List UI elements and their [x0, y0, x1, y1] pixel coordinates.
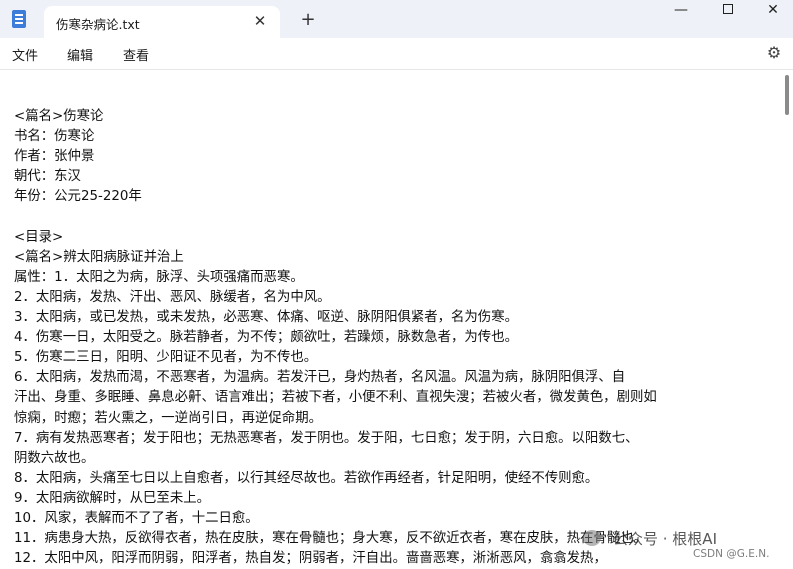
text-line: 10．风家，表解而不了了者，十二日愈。 [14, 510, 259, 526]
text-line: 朝代：东汉 [14, 169, 81, 185]
text-line: 4．伤寒一日，太阳受之。脉若静者，为不传；颇欲吐，若躁烦，脉数急者，为传也。 [14, 330, 518, 346]
text-line [14, 87, 776, 107]
title-bar: 伤寒杂病论.txt ✕ + — ✕ [0, 0, 793, 38]
csdn-watermark: CSDN @G.E.N. [693, 548, 770, 560]
text-line: 汗出、身重、多眠睡、鼻息必鼾、语言难出；若被下者，小便不利、直视失溲；若被火者，… [14, 390, 657, 406]
text-line [14, 208, 776, 228]
maximize-button[interactable] [705, 0, 751, 24]
vertical-scrollbar[interactable] [785, 75, 789, 115]
text-line: 6．太阳病，发热而渴，不恶寒者，为温病。若发汗已，身灼热者，名风温。风温为病，脉… [14, 370, 626, 386]
document-text[interactable]: <篇名>伤寒论 书名：伤寒论 作者：张仲景 朝代：东汉年份：公元25-220年 <目录>… [14, 87, 776, 569]
close-tab-icon[interactable]: ✕ [250, 11, 270, 31]
minimize-button[interactable]: — [658, 0, 704, 24]
menu-view[interactable]: 查看 [123, 45, 149, 64]
text-line: 7．病有发热恶寒者；发于阳也；无热恶寒者，发于阴也。发于阳，七日愈；发于阴，六日… [14, 430, 639, 446]
text-line: 3．太阳病，或已发热，或未发热，必恶寒、体痛、呕逆、脉阴阳俱紧者，名为伤寒。 [14, 310, 518, 326]
watermark: 公众号 · 根根AI [583, 528, 783, 550]
text-editor-area[interactable]: <篇名>伤寒论 书名：伤寒论 作者：张仲景 朝代：东汉年份：公元25-220年 <目录>… [0, 71, 793, 569]
close-window-button[interactable]: ✕ [750, 0, 793, 24]
text-line: 阴数六故也。 [14, 450, 95, 466]
notepad-app-icon [12, 10, 26, 28]
watermark-text: 公众号 · 根根AI [613, 530, 717, 548]
menu-file[interactable]: 文件 [12, 45, 38, 64]
text-line: <篇名>伤寒论 [14, 109, 104, 125]
text-line: 惊痫，时瘛；若火熏之，一逆尚引日，再逆促命期。 [14, 410, 322, 426]
settings-gear-icon[interactable]: ⚙ [764, 43, 784, 63]
text-line: 属性：1．太阳之为病，脉浮、头项强痛而恶寒。 [14, 269, 304, 285]
maximize-icon [723, 4, 733, 14]
text-line: 9．太阳病欲解时，从巳至未上。 [14, 490, 210, 506]
wechat-icon [583, 530, 601, 546]
text-line: <篇名>辨太阳病脉证并治上 [14, 249, 184, 265]
text-line: 2．太阳病，发热、汗出、恶风、脉缓者，名为中风。 [14, 289, 331, 305]
text-line: <目录> [14, 229, 64, 245]
tab-title: 伤寒杂病论.txt [56, 17, 140, 32]
tab-document[interactable]: 伤寒杂病论.txt ✕ [44, 6, 280, 38]
text-line: 8．太阳病，头痛至七日以上自愈者，以行其经尽故也。若欲作再经者，针足阳明，使经不… [14, 470, 599, 486]
text-line: 5．伤寒二三日，阳明、少阳证不见者，为不传也。 [14, 350, 318, 366]
text-line: 12．太阳中风，阳浮而阴弱，阳浮者，热自发；阴弱者，汗自出。啬啬恶寒，淅淅恶风，… [14, 551, 607, 567]
new-tab-button[interactable]: + [296, 8, 320, 32]
text-line: 作者：张仲景 [14, 149, 95, 165]
menu-edit[interactable]: 编辑 [67, 45, 93, 64]
text-line: 书名：伤寒论 [14, 129, 95, 145]
text-line: 年份：公元25-220年 [14, 189, 142, 205]
menu-bar: 文件 编辑 查看 ⚙ [0, 38, 793, 70]
